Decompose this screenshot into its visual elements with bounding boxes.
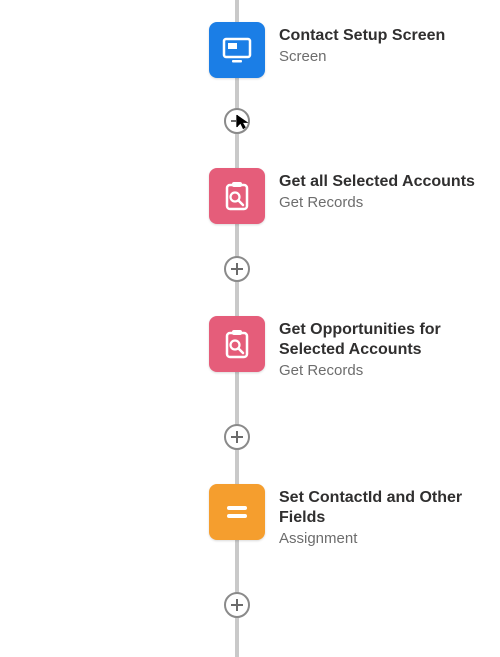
flow-node[interactable]: Contact Setup Screen Screen [209, 22, 445, 78]
add-element-button[interactable] [224, 424, 250, 450]
add-element-button[interactable] [224, 108, 250, 134]
flow-node-label-group: Get Opportunities for Selected Accounts … [279, 316, 489, 379]
flow-node-title: Get Opportunities for Selected Accounts [279, 320, 489, 360]
flow-node-type: Get Records [279, 362, 489, 379]
plus-icon [231, 263, 243, 275]
flow-canvas[interactable]: Contact Setup Screen Screen Get all Sele… [0, 0, 500, 657]
flow-node[interactable]: Get Opportunities for Selected Accounts … [209, 316, 489, 379]
flow-node-label-group: Get all Selected Accounts Get Records [279, 168, 475, 211]
flow-node-label-group: Set ContactId and Other Fields Assignmen… [279, 484, 489, 547]
add-element-button[interactable] [224, 592, 250, 618]
flow-node[interactable]: Get all Selected Accounts Get Records [209, 168, 475, 224]
flow-node-type: Screen [279, 48, 445, 65]
flow-node-label-group: Contact Setup Screen Screen [279, 22, 445, 65]
add-element-button[interactable] [224, 256, 250, 282]
clipboard-search-icon [209, 168, 265, 224]
plus-icon [231, 115, 243, 127]
flow-node-type: Assignment [279, 530, 489, 547]
plus-icon [231, 599, 243, 611]
equals-icon [209, 484, 265, 540]
flow-node[interactable]: Set ContactId and Other Fields Assignmen… [209, 484, 489, 547]
plus-icon [231, 431, 243, 443]
flow-node-title: Set ContactId and Other Fields [279, 488, 489, 528]
clipboard-search-icon [209, 316, 265, 372]
flow-node-title: Get all Selected Accounts [279, 172, 475, 192]
flow-node-type: Get Records [279, 194, 475, 211]
flow-node-title: Contact Setup Screen [279, 26, 445, 46]
screen-icon [209, 22, 265, 78]
